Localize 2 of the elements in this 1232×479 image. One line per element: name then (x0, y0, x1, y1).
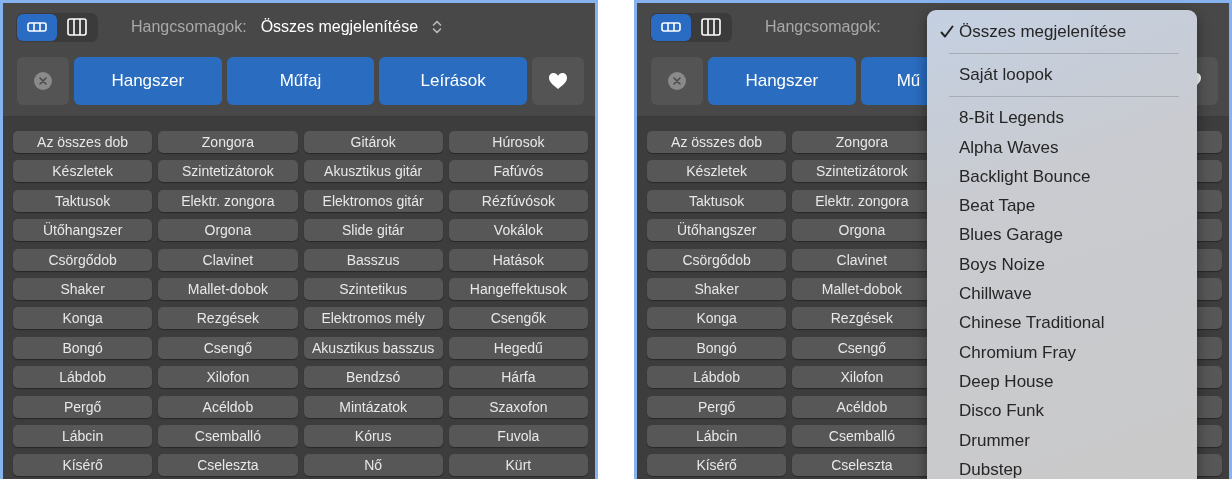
soundpack-label: Hangcsomagok: (765, 18, 881, 36)
soundpack-label: Hangcsomagok: (131, 18, 247, 36)
